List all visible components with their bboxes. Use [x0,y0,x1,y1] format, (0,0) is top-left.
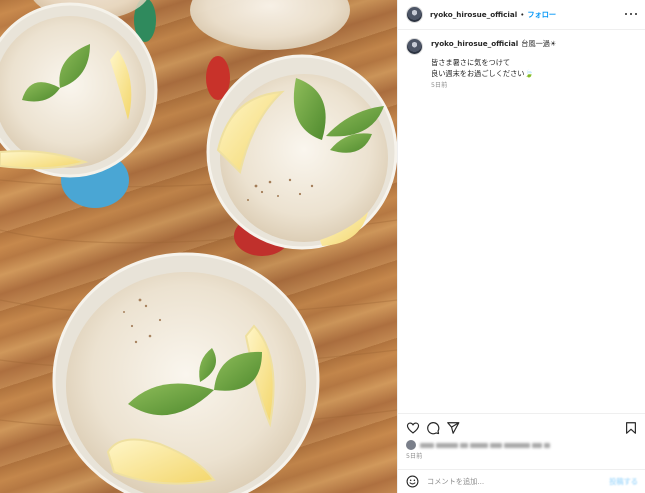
action-bar [398,413,645,439]
liked-by-row[interactable] [406,440,550,450]
avatar[interactable] [406,38,423,55]
header-username[interactable]: ryoko_hirosue_official [430,10,517,19]
avatar[interactable] [406,6,423,23]
avatar [406,440,416,450]
post-comment-button[interactable]: 投稿する [609,477,638,487]
post-header: ryoko_hirosue_official • フォロー [398,0,645,30]
caption-title: 台風一過☀ [521,39,557,48]
liked-by-text-blurred [420,441,550,449]
instagram-post: ryoko_hirosue_official • フォロー ryoko_hiro… [0,0,645,493]
caption-line: 皆さま暑さに気をつけて [431,58,511,67]
caption-line: 良い週末をお過ごしください🍃 [431,69,534,78]
caption-timestamp: 5日前 [431,82,448,89]
heart-icon[interactable] [406,421,420,435]
more-options-icon[interactable] [625,8,637,20]
caption-username[interactable]: ryoko_hirosue_official [431,39,518,48]
comment-bar: 投稿する [398,469,645,493]
emoji-icon[interactable] [406,475,419,488]
bookmark-icon[interactable] [624,421,638,435]
comment-icon[interactable] [426,421,440,435]
post-side-panel: ryoko_hirosue_official • フォロー ryoko_hiro… [397,0,645,493]
send-icon[interactable] [446,421,460,435]
comment-input[interactable] [427,477,597,486]
follow-button[interactable]: フォロー [527,10,556,20]
separator-dot: • [520,10,525,19]
glass [190,0,350,50]
post-date: 5日前 [406,453,423,460]
post-caption: ryoko_hirosue_official 台風一過☀ 皆さま暑さに気をつけて … [406,38,638,91]
post-photo[interactable] [0,0,397,493]
drinks-illustration [0,0,397,493]
